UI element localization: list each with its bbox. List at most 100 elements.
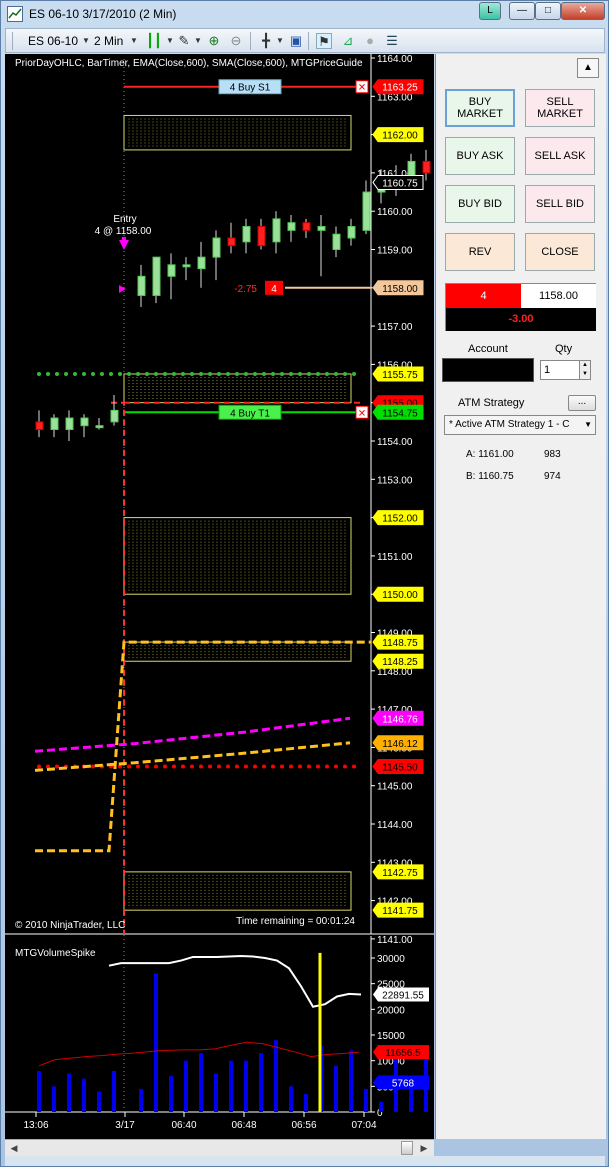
dotted-level-point	[91, 371, 95, 376]
qty-input[interactable]: 1	[540, 360, 580, 380]
zoom-out-icon[interactable]: ⊖	[228, 33, 244, 49]
dotted-level-point	[334, 371, 338, 376]
position-qty: 4	[446, 284, 521, 308]
toolbar-separator	[308, 32, 309, 50]
price-chart-panel[interactable]: 1164.001163.001162.001161.001160.001159.…	[5, 54, 446, 1139]
price-tag-label: 1163.25	[382, 83, 418, 94]
dotted-level-point	[145, 764, 149, 769]
buy-t1-label: 4 Buy T1	[230, 408, 270, 419]
y-tick-label: 1160.00	[377, 207, 413, 218]
chevron-down-icon[interactable]: ▼	[190, 33, 206, 49]
price-tag-label: 1158.00	[382, 284, 418, 295]
scroll-left-icon[interactable]: ◀	[7, 1141, 21, 1155]
volume-bar	[154, 973, 158, 1112]
entry-detail: 4 @ 1158.00	[95, 226, 152, 237]
candle-body	[257, 226, 266, 247]
volume-bar	[379, 1101, 383, 1112]
indicator-icon[interactable]: ⊿	[340, 33, 356, 49]
dotted-level-point	[190, 764, 194, 769]
ask-price: A: 1161.00	[466, 449, 514, 460]
application-window: ES 06-10 3/17/2010 (2 Min) L — □ ✕ ES 06…	[0, 0, 609, 1167]
volume-bar	[364, 1088, 368, 1112]
close-button[interactable]: ✕	[561, 2, 605, 20]
sell-ask-button[interactable]: SELL ASK	[525, 137, 595, 175]
volume-tag-label: 11656.5	[385, 1048, 421, 1059]
x-tick-label: 13:06	[23, 1120, 48, 1131]
candle-body	[212, 237, 221, 258]
buy-bid-button[interactable]: BUY BID	[445, 185, 515, 223]
price-tag-label: 1141.75	[382, 906, 418, 917]
data-box-icon[interactable]: ☰	[384, 33, 400, 49]
scroll-thumb[interactable]	[401, 1141, 413, 1155]
candle-body	[95, 425, 104, 429]
dotted-level-point	[145, 371, 149, 376]
price-zone	[123, 517, 352, 595]
title-bar[interactable]: ES 06-10 3/17/2010 (2 Min) L — □ ✕	[1, 1, 608, 27]
collapse-panel-button[interactable]: ▲	[577, 58, 599, 78]
minimize-button[interactable]: —	[509, 2, 535, 20]
entry-label: Entry	[113, 214, 136, 225]
candle-body	[362, 191, 371, 231]
link-button[interactable]: L	[479, 2, 501, 20]
unrealized-pnl: -3.00	[446, 308, 596, 331]
y-tick-label: 1157.00	[377, 322, 413, 333]
volume-bar	[274, 1040, 278, 1112]
sell-market-button[interactable]: SELL MARKET	[525, 89, 595, 127]
account-selector[interactable]	[442, 358, 534, 382]
volume-panel-label: MTGVolumeSpike	[15, 948, 96, 959]
interval-selector[interactable]: 2 Min	[94, 34, 123, 48]
maximize-button[interactable]: □	[535, 2, 561, 20]
dotted-level-point	[298, 764, 302, 769]
volume-bar	[67, 1073, 71, 1112]
price-tag-label: 1160.75	[382, 178, 418, 189]
instrument-selector[interactable]: ES 06-10	[28, 34, 78, 48]
candle-body	[287, 222, 296, 231]
dotted-level-point	[280, 764, 284, 769]
qty-stepper[interactable]: ▲ ▼	[579, 360, 591, 380]
volume-bar	[52, 1086, 56, 1112]
horizontal-scrollbar[interactable]: ◀ ▶	[5, 1139, 434, 1156]
volume-tick-label: 20000	[377, 1005, 405, 1016]
price-tag-label: 1155.75	[382, 370, 418, 381]
zoom-in-icon[interactable]: ⊕	[206, 33, 222, 49]
circle-icon[interactable]: ●	[362, 33, 378, 49]
buy-ask-button[interactable]: BUY ASK	[445, 137, 515, 175]
close-position-button[interactable]: CLOSE	[525, 233, 595, 271]
dotted-level-point	[46, 371, 50, 376]
volume-bar	[229, 1060, 233, 1112]
dotted-level-point	[154, 371, 158, 376]
properties-icon[interactable]: ▣	[288, 33, 304, 49]
price-tag-label: 1152.00	[382, 514, 418, 525]
buy-market-button[interactable]: BUY MARKET	[445, 89, 515, 127]
price-tag-label: 1162.00	[382, 131, 418, 142]
sell-bid-button[interactable]: SELL BID	[525, 185, 595, 223]
dotted-level-point	[235, 371, 239, 376]
time-remaining: Time remaining = 00:01:24	[236, 916, 355, 927]
y-tick-label: 1141.00	[377, 935, 413, 946]
price-zone	[123, 871, 352, 911]
chevron-down-icon[interactable]: ▼	[272, 33, 288, 49]
atm-strategy-select[interactable]: * Active ATM Strategy 1 - C ▼	[444, 415, 596, 435]
chevron-down-icon[interactable]: ▼	[126, 33, 142, 49]
dotted-level-point	[199, 764, 203, 769]
atm-options-button[interactable]: ...	[568, 395, 596, 411]
strategy-icon[interactable]: ⚑	[316, 33, 332, 49]
chart-style-icon[interactable]: ┃┃	[146, 33, 162, 49]
dotted-level-point	[343, 371, 347, 376]
x-tick-label: 07:04	[351, 1120, 376, 1131]
scroll-right-icon[interactable]: ▶	[417, 1141, 431, 1155]
dotted-level-point	[181, 764, 185, 769]
chevron-down-icon[interactable]: ▼	[78, 33, 94, 49]
bid-size: 974	[544, 471, 561, 482]
dotted-level-point	[73, 371, 77, 376]
dotted-level-point	[271, 764, 275, 769]
volume-bar	[214, 1073, 218, 1112]
chart-trader-panel: ▲ BUY MARKET SELL MARKET BUY ASK SELL AS…	[435, 54, 606, 1139]
dotted-level-point	[325, 371, 329, 376]
candle-body	[137, 275, 146, 296]
price-tag-label: 1150.00	[382, 590, 418, 601]
price-tag-label: 1145.50	[382, 763, 418, 774]
price-chart[interactable]: 1164.001163.001162.001161.001160.001159.…	[5, 54, 446, 1139]
dotted-level-point	[316, 764, 320, 769]
reverse-button[interactable]: REV	[445, 233, 515, 271]
